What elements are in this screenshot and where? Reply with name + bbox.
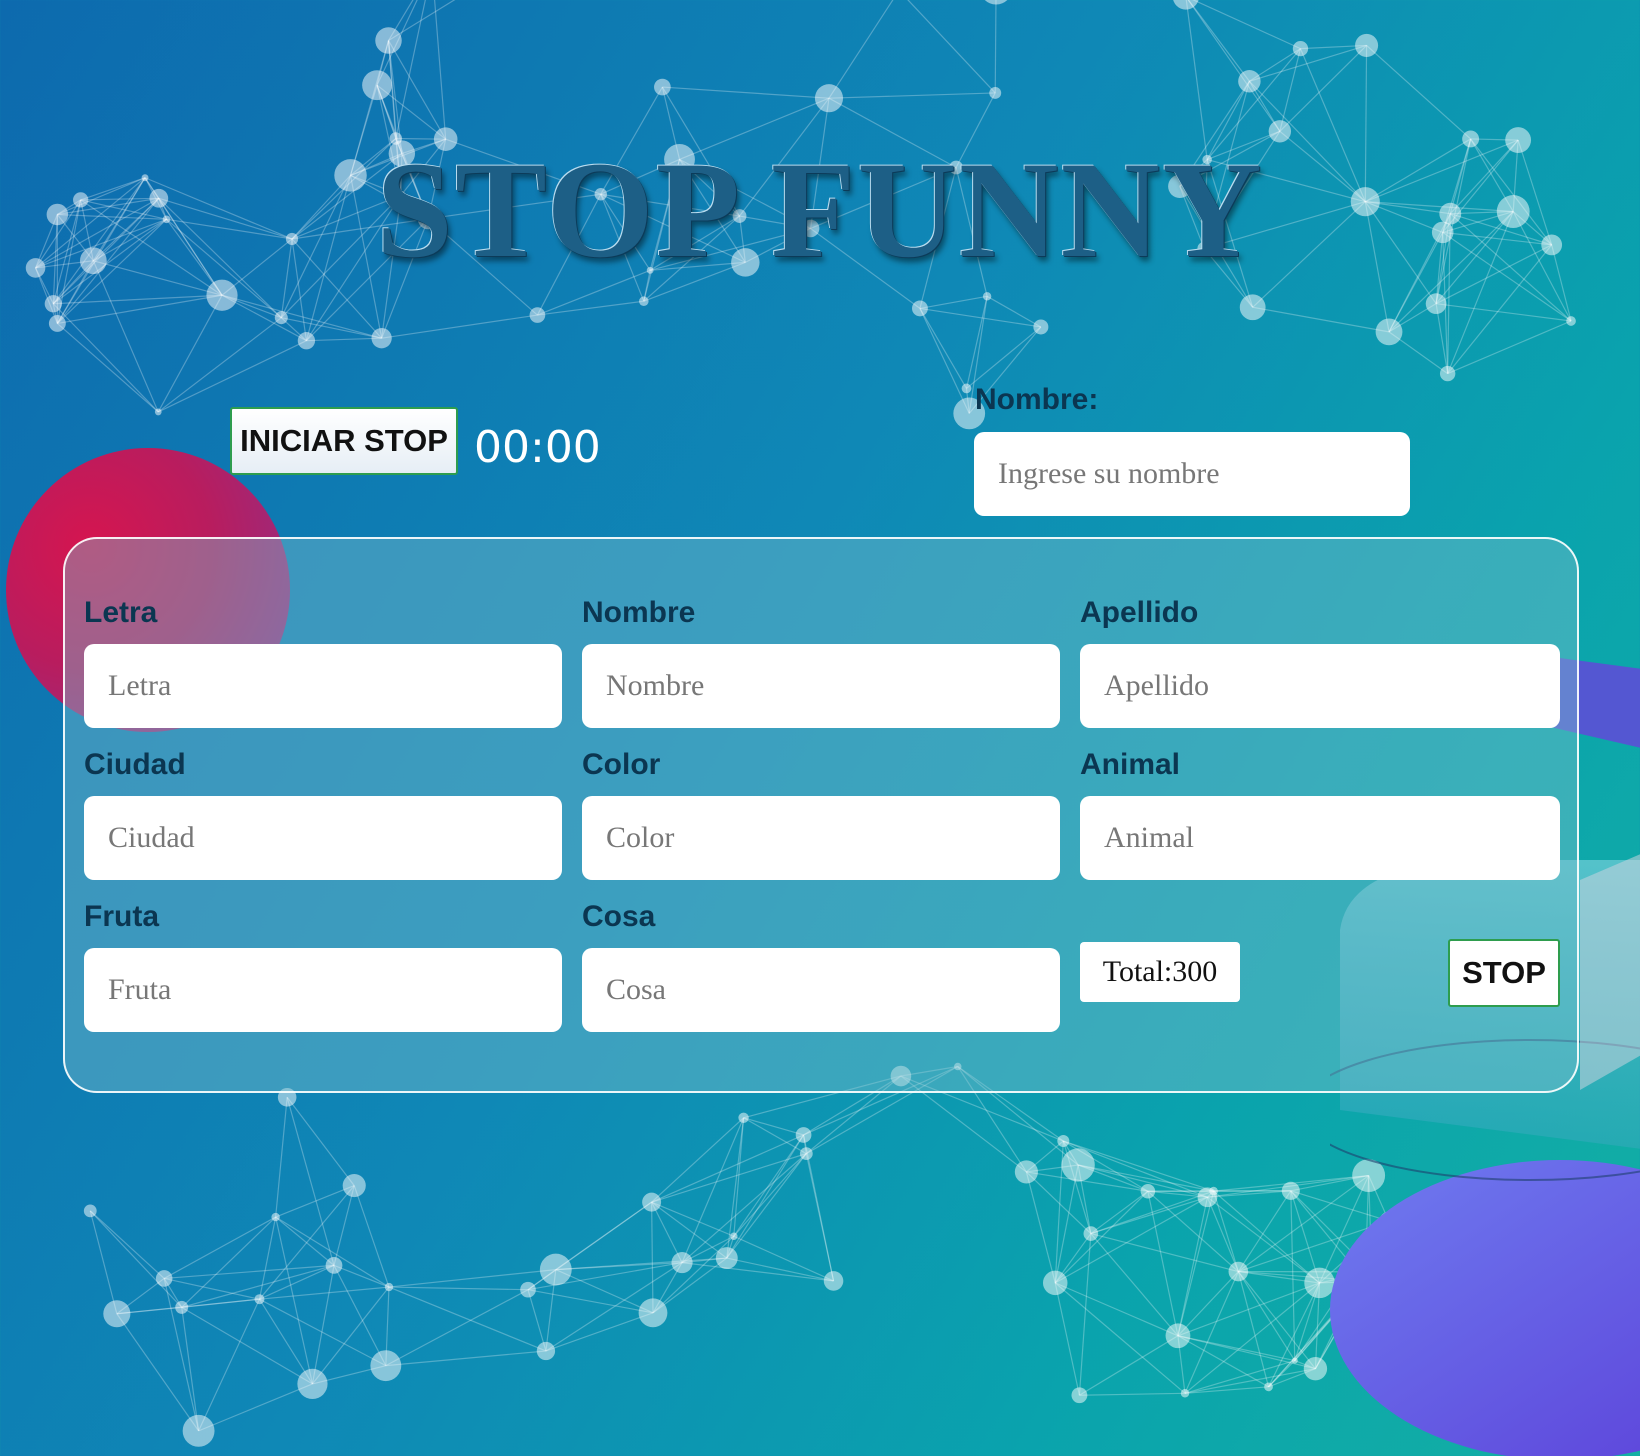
start-stop-button[interactable]: INICIAR STOP [230, 407, 458, 475]
fruta-input[interactable] [84, 948, 562, 1032]
ciudad-input[interactable] [84, 796, 562, 880]
letra-input[interactable] [84, 644, 562, 728]
cosa-label: Cosa [582, 900, 656, 933]
animal-label: Animal [1080, 748, 1181, 781]
timer-display: 00:00 [474, 422, 601, 473]
fruta-label: Fruta [84, 900, 159, 933]
animal-input[interactable] [1080, 796, 1560, 880]
ciudad-label: Ciudad [84, 748, 186, 781]
letra-label: Letra [84, 596, 158, 629]
color-label: Color [582, 748, 661, 781]
nombre-label: Nombre [582, 596, 696, 629]
page-title: STOP FUNNY [376, 133, 1264, 286]
stop-button[interactable]: STOP [1448, 939, 1560, 1007]
apellido-label: Apellido [1080, 596, 1199, 629]
total-score: Total:300 [1080, 942, 1240, 1002]
cosa-input[interactable] [582, 948, 1060, 1032]
player-name-label: Nombre: [975, 383, 1099, 416]
color-input[interactable] [582, 796, 1060, 880]
player-name-input[interactable] [974, 432, 1410, 516]
apellido-input[interactable] [1080, 644, 1560, 728]
nombre-input[interactable] [582, 644, 1060, 728]
